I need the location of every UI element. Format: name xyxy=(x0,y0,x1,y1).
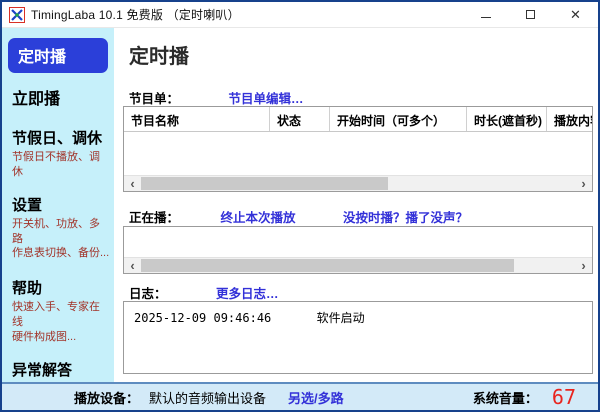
now-playing-empty xyxy=(124,227,592,257)
page-title: 定时播 xyxy=(129,46,189,68)
table-body-empty xyxy=(124,132,592,175)
sidebar-item-timed-play[interactable]: 定时播 xyxy=(8,38,108,73)
sidebar-item-holidays-sub: 节假日不播放、调休 xyxy=(12,151,100,178)
stop-playback-link[interactable]: 终止本次播放 xyxy=(220,211,295,225)
log-box: 2025-12-09 09:46:46 软件启动 xyxy=(123,301,593,374)
now-playing-row: 正在播： 终止本次播放 没按时播？播了没声？ xyxy=(129,207,468,227)
col-status[interactable]: 状态 xyxy=(270,107,330,131)
sidebar-item-settings[interactable]: 设置 xyxy=(12,194,110,215)
scrollbar-thumb[interactable] xyxy=(141,259,515,272)
statusbar: 播放设备： 默认的音频输出设备 另选/多路 系统音量： 67 xyxy=(2,382,598,410)
window-controls: ✕ xyxy=(463,2,598,27)
maximize-button[interactable] xyxy=(508,2,553,27)
playback-device-value: 默认的音频输出设备 xyxy=(149,390,267,406)
system-volume-label: 系统音量： xyxy=(472,390,538,406)
window-title: TimingLaba 10.1 免费版 （定时喇叭） xyxy=(31,8,240,22)
titlebar: TimingLaba 10.1 免费版 （定时喇叭） ✕ xyxy=(2,2,598,28)
log-label: 日志： xyxy=(129,287,167,301)
col-program-name[interactable]: 节目名称 xyxy=(124,107,270,131)
playback-device-label: 播放设备： xyxy=(74,390,140,406)
system-volume-value: 67 xyxy=(551,385,576,409)
device-select-link[interactable]: 另选/多路 xyxy=(288,388,344,407)
playlist-label: 节目单： xyxy=(129,92,180,106)
app-icon[interactable] xyxy=(9,6,25,23)
more-logs-link[interactable]: 更多日志… xyxy=(216,287,279,301)
scroll-left-icon[interactable]: ‹ xyxy=(124,258,141,273)
main-content: 定时播 节目单： 节目单编辑… 节目名称 状态 开始时间（可多个） 时长(遮首秒… xyxy=(114,28,598,382)
log-entry-message: 软件启动 xyxy=(316,311,365,325)
minimize-button[interactable] xyxy=(463,2,508,27)
playlist-row: 节目单： 节目单编辑… xyxy=(129,88,303,108)
sidebar: 定时播 立即播 节假日、调休 节假日不播放、调休 设置 开关机、功放、多路 作息… xyxy=(2,28,114,382)
log-entry-time: 2025-12-09 09:46:46 xyxy=(134,311,272,325)
sidebar-item-settings-sub: 开关机、功放、多路 作息表切换、备份... xyxy=(12,217,110,260)
sidebar-item-holidays[interactable]: 节假日、调休 xyxy=(12,127,110,148)
log-row: 日志： 更多日志… xyxy=(129,283,278,303)
table-hscrollbar[interactable]: ‹ › xyxy=(124,175,592,191)
playlist-edit-link[interactable]: 节目单编辑… xyxy=(228,92,303,106)
scroll-left-icon[interactable]: ‹ xyxy=(124,176,141,191)
sidebar-item-troubleshoot[interactable]: 异常解答 xyxy=(12,359,110,380)
sidebar-item-help[interactable]: 帮助 xyxy=(12,277,110,298)
sidebar-item-help-sub: 快速入手、专家在线 硬件构成图... xyxy=(12,301,100,343)
scroll-right-icon[interactable]: › xyxy=(575,258,592,273)
log-entry: 2025-12-09 09:46:46 软件启动 xyxy=(124,302,592,326)
app-window: TimingLaba 10.1 免费版 （定时喇叭） ✕ 定时播 立即播 节假日… xyxy=(0,0,600,412)
program-table: 节目名称 状态 开始时间（可多个） 时长(遮首秒) 播放内容 ‹ › xyxy=(123,106,593,192)
scrollbar-track[interactable] xyxy=(141,176,575,191)
now-playing-hscrollbar[interactable]: ‹ › xyxy=(124,257,592,273)
now-playing-box: ‹ › xyxy=(123,226,593,274)
playback-help-link[interactable]: 没按时播？播了没声？ xyxy=(343,211,468,225)
scrollbar-track[interactable] xyxy=(141,258,575,273)
col-start-time[interactable]: 开始时间（可多个） xyxy=(330,107,467,131)
now-playing-label: 正在播： xyxy=(129,211,180,225)
scroll-right-icon[interactable]: › xyxy=(575,176,592,191)
col-play-content[interactable]: 播放内容 xyxy=(547,107,592,131)
sidebar-item-play-now[interactable]: 立即播 xyxy=(12,85,110,109)
col-duration[interactable]: 时长(遮首秒) xyxy=(467,107,547,131)
close-button[interactable]: ✕ xyxy=(553,2,598,27)
table-header-row: 节目名称 状态 开始时间（可多个） 时长(遮首秒) 播放内容 xyxy=(124,107,592,132)
scrollbar-thumb[interactable] xyxy=(141,177,389,190)
